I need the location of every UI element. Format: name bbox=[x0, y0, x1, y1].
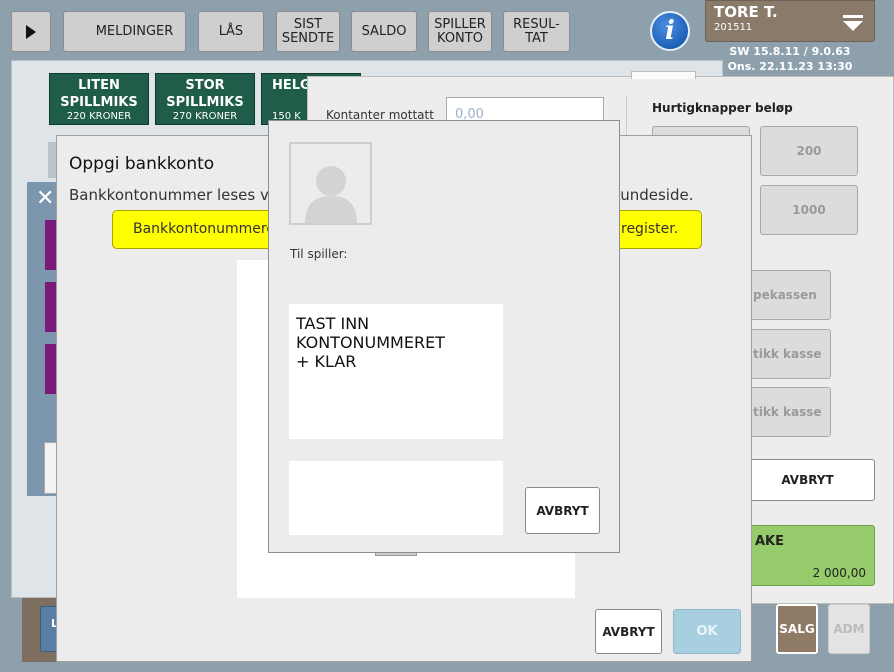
messages-button[interactable]: MELDINGER bbox=[63, 11, 186, 52]
game-button-large-mix[interactable]: STOR SPILLMIKS 270 KRONER bbox=[155, 73, 255, 125]
chevron-down-icon bbox=[843, 15, 863, 31]
player-instruction-text: TAST INN KONTONUMMERET + KLAR bbox=[296, 314, 445, 371]
status-info: SW 15.8.11 / 9.0.63 Ons. 22.11.23 13:30 bbox=[705, 44, 875, 74]
software-version: SW 15.8.11 / 9.0.63 bbox=[729, 45, 851, 58]
person-icon bbox=[289, 142, 372, 225]
payment-cancel-button[interactable]: AVBRYT bbox=[740, 459, 875, 501]
quick-amount-1000[interactable]: 1000 bbox=[760, 185, 858, 235]
account-number-input[interactable] bbox=[289, 461, 503, 535]
user-id: 201511 bbox=[714, 22, 753, 33]
play-button[interactable] bbox=[11, 11, 51, 52]
player-cancel-button[interactable]: AVBRYT bbox=[525, 487, 600, 534]
stats-register-button-2[interactable]: tikk kasse bbox=[740, 387, 831, 437]
to-player-label: Til spiller: bbox=[290, 247, 348, 261]
bank-warning-right: register. bbox=[621, 221, 679, 237]
user-name: TORE T. bbox=[714, 3, 778, 21]
bank-ok-button[interactable]: OK bbox=[673, 609, 741, 654]
take-payment-amount: 2 000,00 bbox=[812, 566, 866, 580]
last-sent-label: SIST SENDTE bbox=[281, 16, 335, 46]
payment-tab bbox=[631, 71, 696, 79]
last-sent-button[interactable]: SIST SENDTE bbox=[276, 11, 340, 52]
results-label: RESUL- TAT bbox=[513, 16, 560, 46]
results-button[interactable]: RESUL- TAT bbox=[503, 11, 570, 52]
bank-dialog-info-right: kundeside. bbox=[612, 186, 694, 204]
quick-amount-200[interactable]: 200 bbox=[760, 126, 858, 176]
game-button-small-mix[interactable]: LITEN SPILLMIKS 220 KRONER bbox=[49, 73, 149, 125]
player-account-label: SPILLER KONTO bbox=[434, 16, 486, 46]
lock-button[interactable]: LÅS bbox=[198, 11, 264, 52]
quick-amounts-label: Hurtigknapper beløp bbox=[652, 101, 793, 115]
status-datetime: Ons. 22.11.23 13:30 bbox=[727, 60, 853, 73]
admin-tab[interactable]: ADM bbox=[828, 604, 870, 654]
player-account-button[interactable]: SPILLER KONTO bbox=[428, 11, 492, 52]
bank-cancel-button[interactable]: AVBRYT bbox=[595, 609, 662, 654]
take-payment-label: AKE bbox=[755, 534, 785, 549]
balance-button[interactable]: SALDO bbox=[351, 11, 417, 52]
sales-tab[interactable]: SALG bbox=[776, 604, 818, 654]
messages-label: MELDINGER bbox=[95, 23, 174, 39]
take-payment-button[interactable]: AKE 2 000,00 bbox=[740, 525, 875, 586]
player-dialog: Til spiller: TAST INN KONTONUMMERET + KL… bbox=[268, 120, 620, 553]
cash-drawer-button[interactable]: pekassen bbox=[740, 270, 831, 320]
stats-register-button[interactable]: tikk kasse bbox=[740, 329, 831, 379]
play-icon bbox=[26, 24, 36, 39]
info-icon[interactable]: i bbox=[650, 11, 690, 51]
bank-dialog-title: Oppgi bankkonto bbox=[69, 154, 215, 174]
user-menu[interactable]: TORE T. 201511 bbox=[705, 0, 875, 42]
balance-label: SALDO bbox=[361, 23, 407, 39]
bank-warning-left: Bankkontonummere bbox=[133, 221, 275, 237]
bank-dialog-info-left: Bankkontonummer leses vee bbox=[69, 186, 288, 204]
close-icon: ✕ bbox=[36, 186, 55, 211]
player-instruction-box: TAST INN KONTONUMMERET + KLAR bbox=[289, 304, 503, 439]
lock-label: LÅS bbox=[218, 23, 244, 39]
